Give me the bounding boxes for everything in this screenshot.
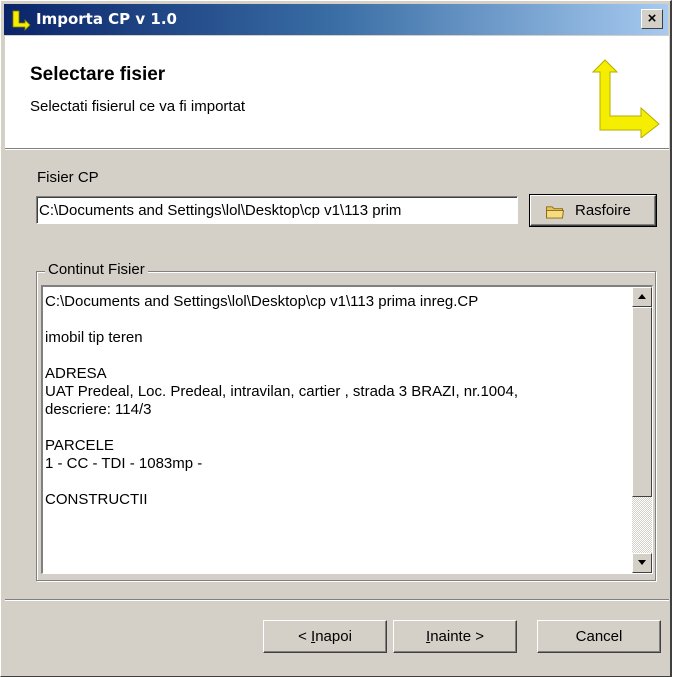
- file-content-text: C:\Documents and Settings\lol\Desktop\cp…: [45, 293, 519, 508]
- back-prefix: <: [298, 628, 312, 645]
- arrow-up-icon: [638, 293, 646, 299]
- next-button[interactable]: Inainte >: [393, 620, 517, 653]
- back-rest: napoi: [315, 628, 352, 645]
- scroll-up-button[interactable]: [632, 287, 652, 307]
- title-bar[interactable]: Importa CP v 1.0 ×: [4, 4, 668, 35]
- file-content-textarea[interactable]: C:\Documents and Settings\lol\Desktop\cp…: [41, 285, 653, 574]
- dialog-window: Importa CP v 1.0 × Selectare fisier Sele…: [0, 0, 672, 677]
- page-subtitle: Selectati fisierul ce va fi importat: [30, 98, 246, 115]
- browse-button[interactable]: Rasfoire: [529, 194, 657, 227]
- footer-divider: [5, 599, 669, 601]
- back-button[interactable]: < Inapoi: [263, 620, 387, 653]
- vertical-scrollbar[interactable]: [632, 287, 652, 573]
- wizard-header: Selectare fisier Selectati fisierul ce v…: [5, 36, 669, 148]
- file-path-input[interactable]: C:\Documents and Settings\lol\Desktop\cp…: [36, 196, 518, 224]
- file-label: Fisier CP: [37, 169, 99, 186]
- content-group-legend: Continut Fisier: [45, 261, 148, 278]
- browse-label: Rasfoire: [575, 202, 631, 219]
- scroll-thumb[interactable]: [632, 307, 652, 497]
- import-arrow-icon: [591, 59, 660, 138]
- close-button[interactable]: ×: [641, 9, 663, 29]
- arrow-down-icon: [638, 559, 646, 565]
- scroll-down-button[interactable]: [632, 553, 652, 573]
- cancel-button[interactable]: Cancel: [537, 620, 661, 653]
- folder-icon: [546, 206, 564, 219]
- next-rest: nainte >: [430, 628, 484, 645]
- window-title: Importa CP v 1.0: [36, 10, 177, 28]
- import-arrow-icon: [12, 10, 31, 31]
- header-divider: [5, 148, 669, 150]
- page-title: Selectare fisier: [30, 64, 166, 85]
